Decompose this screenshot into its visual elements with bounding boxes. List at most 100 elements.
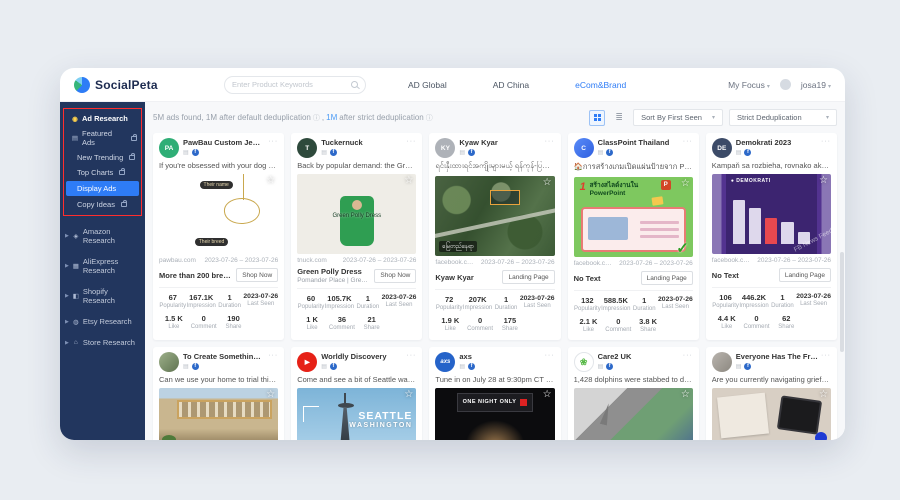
avatar[interactable]: C [574, 138, 594, 158]
domain-link[interactable]: facebook.com/10... [712, 257, 753, 264]
shop-now-button[interactable]: Shop Now [236, 268, 278, 282]
advertiser-name[interactable]: axs [459, 352, 541, 361]
shop-now-button[interactable]: Shop Now [374, 269, 416, 283]
ad-creative[interactable]: Their name Their breed FB News Feed ☆ [159, 174, 278, 254]
ad-creative[interactable]: ● DEMOKRATI FB News Feed ☆ [712, 174, 831, 254]
grid-view-button[interactable] [589, 110, 605, 126]
advertiser-name[interactable]: Everyone Has The Freedom To... [736, 352, 818, 361]
folder-icon [651, 196, 663, 205]
domain-link[interactable]: facebook.com/1Q... [435, 259, 476, 266]
advertiser-name[interactable]: ClassPoint Thailand [598, 138, 680, 147]
favorite-star-icon[interactable]: ☆ [266, 390, 275, 400]
scrollbar[interactable] [840, 252, 844, 352]
ad-creative[interactable]: ☆ [159, 388, 278, 440]
ad-creative[interactable]: ☆ [712, 388, 831, 440]
stat-value: 175 [495, 316, 525, 325]
info-icon[interactable]: ⓘ [426, 113, 433, 123]
info-icon[interactable]: ⓘ [313, 113, 320, 123]
ad-creative[interactable]: ONE NIGHT ONLY ☆ [435, 388, 554, 440]
sidebar-item-new-trending[interactable]: New Trending [64, 150, 141, 165]
sidebar-item-shopify-research[interactable]: ▶ ◧ Shopify Research [60, 281, 145, 311]
sidebar-item-featured-ads[interactable]: ▤ Featured Ads [64, 126, 141, 150]
search-input[interactable]: Enter Product Keywords [224, 76, 366, 94]
stat-value: 1.5 K [159, 314, 189, 323]
favorite-star-icon[interactable]: ☆ [819, 390, 828, 400]
sidebar-item-ad-research[interactable]: ◉ Ad Research [64, 111, 141, 126]
stat-share: 190Share [219, 314, 249, 330]
logo[interactable]: SocialPeta [74, 77, 224, 93]
more-menu-icon[interactable]: ··· [268, 352, 278, 359]
landing-page-button[interactable]: Landing Page [502, 270, 554, 284]
avatar[interactable] [159, 352, 179, 372]
favorite-star-icon[interactable]: ☆ [404, 390, 413, 400]
sidebar-item-etsy-research[interactable]: ▶ ◍ Etsy Research [60, 311, 145, 332]
avatar[interactable]: PA [159, 138, 179, 158]
favorite-star-icon[interactable]: ☆ [819, 176, 828, 186]
more-menu-icon[interactable]: ··· [821, 138, 831, 145]
ad-creative[interactable]: ☆ [574, 388, 693, 440]
favorite-star-icon[interactable]: ☆ [543, 178, 552, 188]
advertiser-name[interactable]: Tuckernuck [321, 138, 403, 147]
avatar[interactable]: DE [712, 138, 732, 158]
nav-ad-china[interactable]: AD China [493, 80, 529, 90]
landing-page-button[interactable]: Landing Page [779, 268, 831, 282]
advertiser-name[interactable]: Care2 UK [598, 352, 680, 361]
ad-card: Everyone Has The Freedom To... ··· ▤ f A… [706, 347, 837, 440]
nav-ad-global[interactable]: AD Global [408, 80, 447, 90]
sort-dropdown[interactable]: Sort By First Seen ▾ [633, 109, 723, 126]
date-range: 2023-07-26 – 2023-07-26 [481, 259, 555, 266]
more-menu-icon[interactable]: ··· [545, 352, 555, 359]
advertiser-name[interactable]: Kyaw Kyar [459, 138, 541, 147]
more-menu-icon[interactable]: ··· [821, 352, 831, 359]
favorite-star-icon[interactable]: ☆ [543, 390, 552, 400]
sidebar-item-display-ads[interactable]: Display Ads [66, 181, 139, 196]
user-menu[interactable]: josa19▾ [801, 80, 831, 90]
more-menu-icon[interactable]: ··· [683, 138, 693, 145]
avatar[interactable]: ❀ [574, 352, 594, 372]
favorite-star-icon[interactable]: ☆ [681, 390, 690, 400]
avatar[interactable]: KY [435, 138, 455, 158]
watermark: FB News Feed [240, 227, 278, 253]
advertiser-name[interactable]: Worldly Discovery [321, 352, 403, 361]
sidebar-item-aliexpress-research[interactable]: ▶ ▦ AliExpress Research [60, 251, 145, 281]
sidebar-item-copy-ideas[interactable]: Copy Ideas [64, 197, 141, 212]
stat-value: 0 [465, 316, 495, 325]
domain-link[interactable]: tnuck.com [297, 257, 327, 264]
more-menu-icon[interactable]: ··· [406, 138, 416, 145]
stat-label: Share [357, 325, 387, 331]
dedup-dropdown[interactable]: Strict Deduplication ▾ [729, 109, 837, 126]
more-menu-icon[interactable]: ··· [268, 138, 278, 145]
favorite-star-icon[interactable]: ☆ [404, 176, 413, 186]
ad-creative[interactable]: SEATTLE WASHINGTON ☆ [297, 388, 416, 440]
favorite-star-icon[interactable]: ☆ [266, 176, 275, 186]
advertiser-name[interactable]: PawBau Custom Jewelry [183, 138, 265, 147]
list-view-button[interactable]: ≣ [611, 110, 627, 126]
sidebar-item-top-charts[interactable]: Top Charts [64, 165, 141, 180]
stat-impression: 588.5KImpression [601, 296, 630, 312]
ad-creative[interactable]: Green Polly Dress ☆ [297, 174, 416, 254]
more-menu-icon[interactable]: ··· [545, 138, 555, 145]
ad-creative[interactable]: 1 สร้างสไลด์งานใน PowerPoint P ✓ ☆ [574, 177, 693, 257]
ad-creative[interactable]: မြေတည်နေရာ ☆ [435, 176, 554, 256]
toolbar-controls: ≣ Sort By First Seen ▾ Strict Deduplicat… [589, 109, 837, 126]
avatar[interactable]: ▶ [297, 352, 317, 372]
avatar[interactable]: axs [435, 352, 455, 372]
stat-label: Comment [742, 324, 772, 330]
avatar[interactable] [712, 352, 732, 372]
sidebar-item-store-research[interactable]: ▶ ⌂ Store Research [60, 332, 145, 353]
sidebar-item-amazon-research[interactable]: ▶ ◈ Amazon Research [60, 221, 145, 251]
my-focus-menu[interactable]: My Focus▾ [728, 80, 770, 90]
avatar[interactable]: T [297, 138, 317, 158]
landing-page-button[interactable]: Landing Page [641, 271, 693, 285]
advertiser-name[interactable]: Demokrati 2023 [736, 138, 818, 147]
favorite-star-icon[interactable]: ☆ [681, 179, 690, 189]
domain-link[interactable]: pawbau.com [159, 257, 196, 264]
more-menu-icon[interactable]: ··· [406, 352, 416, 359]
more-menu-icon[interactable]: ··· [683, 352, 693, 359]
domain-link[interactable]: facebook.com/11... [574, 260, 615, 267]
advertiser-name[interactable]: To Create Something Exceptio... [183, 352, 265, 361]
user-avatar[interactable] [780, 79, 791, 90]
aliexpress-icon: ▦ [72, 262, 80, 270]
search-icon[interactable] [351, 81, 358, 88]
nav-ecom-brand[interactable]: eCom&Brand [575, 80, 626, 90]
